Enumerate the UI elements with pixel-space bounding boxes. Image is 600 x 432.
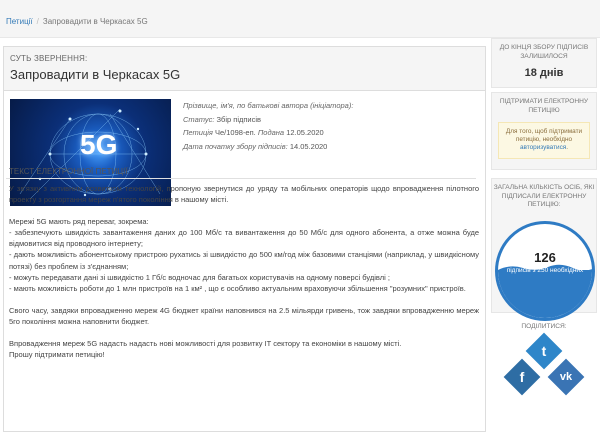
deadline-caption: ДО КІНЦЯ ЗБОРУ ПІДПИСІВ ЗАЛИШИЛОСЯ [499,44,589,60]
submitted-label: Подана [257,128,285,137]
author-label: Прізвище, ім'я, по батькові автора (ініц… [183,101,354,110]
petition-header: СУТЬ ЗВЕРНЕННЯ: Запровадити в Черкасах 5… [4,47,485,91]
start-line: Дата початку збору підписів: 14.05.2020 [183,140,353,154]
start-label: Дата початку збору підписів: [183,141,288,151]
login-prefix: Для того, щоб підтримати петицію, необхі… [505,128,583,144]
paragraph: Прошу підтримати петицію! [9,350,105,360]
signatures-needed: підписів з 250 необхідних [506,267,584,274]
sidebar: ДО КІНЦЯ ЗБОРУ ПІДПИСІВ ЗАЛИШИЛОСЯ 18 дн… [491,38,597,432]
signature-count-box: ЗАГАЛЬНА КІЛЬКІСТЬ ОСІБ, ЯКІ ПІДПИСАЛИ Е… [491,178,597,321]
paragraph: - мають можливість роботи до 1 млн прист… [9,283,466,293]
paragraph: Мережі 5G мають ряд переваг, зокрема: [9,217,149,227]
petition-text-header: ТЕКСТ ЕЛЕКТРОННОЇ ПЕТИЦІЇ: [9,167,130,176]
vk-share-button[interactable]: vk [547,358,585,395]
divider [6,178,476,179]
days-left: 18 днів [524,67,564,79]
number-line: Петиція Че/1098-еп. Подана 12.05.2020 [183,126,353,140]
paragraph: - можуть передавати дані зі швидкістю 1 … [9,272,390,282]
submitted-value: 12.05.2020 [286,128,324,137]
signature-progress-circle: 126 підписів з 250 необхідних [495,221,595,321]
paragraph: Свого часу, завдяки впровадженню мереж 4… [9,305,479,326]
status-line: Статус: Збір підписів [183,113,353,127]
paragraph: - дають можливість абонентському пристро… [9,250,479,271]
hero-5g-text: 5G [80,129,118,160]
breadcrumb-separator: / [36,17,39,26]
facebook-icon: f [519,368,525,385]
social-buttons: t f vk [491,332,597,418]
paragraph: - забезпечують швидкість завантаження да… [9,228,479,249]
login-suffix: . [566,144,569,152]
number-label: Петиція [183,128,213,137]
deadline-box: ДО КІНЦЯ ЗБОРУ ПІДПИСІВ ЗАЛИШИЛОСЯ 18 дн… [491,38,597,88]
progress-fill [498,264,592,318]
facebook-share-button[interactable]: f [503,358,541,395]
support-caption: ПІДТРИМАТИ ЕЛЕКТРОННУ ПЕТИЦІЮ [499,98,589,114]
twitter-icon: t [541,342,547,359]
count-caption: ЗАГАЛЬНА КІЛЬКІСТЬ ОСІБ, ЯКІ ПІДПИСАЛИ Е… [493,184,595,208]
paragraph: Впровадження мереж 5G надасть надасть но… [9,339,402,349]
share-section: ПОДІЛИТИСЯ: t f vk [491,323,597,418]
status-value: Збір підписів [216,114,262,124]
login-notice: Для того, щоб підтримати петицію, необхі… [498,122,590,159]
vk-icon: vk [559,370,573,383]
section-label: СУТЬ ЗВЕРНЕННЯ: [10,54,88,63]
breadcrumb-petitions-link[interactable]: Петиції [6,17,33,26]
status-label: Статус: [183,114,215,124]
signature-count: 126 [534,250,556,265]
petition-meta: Прізвище, ім'я, по батькові автора (ініц… [183,99,353,153]
petition-text: У зв'язку з активним розвитком технологі… [9,183,479,360]
login-link[interactable]: авторизуватися [520,144,566,151]
page-title: Запровадити в Черкасах 5G [10,67,181,82]
start-value: 14.05.2020 [289,141,328,151]
support-box: ПІДТРИМАТИ ЕЛЕКТРОННУ ПЕТИЦІЮ Для того, … [491,92,597,170]
breadcrumb-current: Запровадити в Черкасах 5G [42,17,148,26]
share-caption: ПОДІЛИТИСЯ: [521,323,567,330]
number-value: Че/1098-еп. [215,128,256,137]
paragraph: У зв'язку з активним розвитком технологі… [9,184,479,205]
breadcrumb: Петиції / Запровадити в Черкасах 5G [0,0,600,38]
